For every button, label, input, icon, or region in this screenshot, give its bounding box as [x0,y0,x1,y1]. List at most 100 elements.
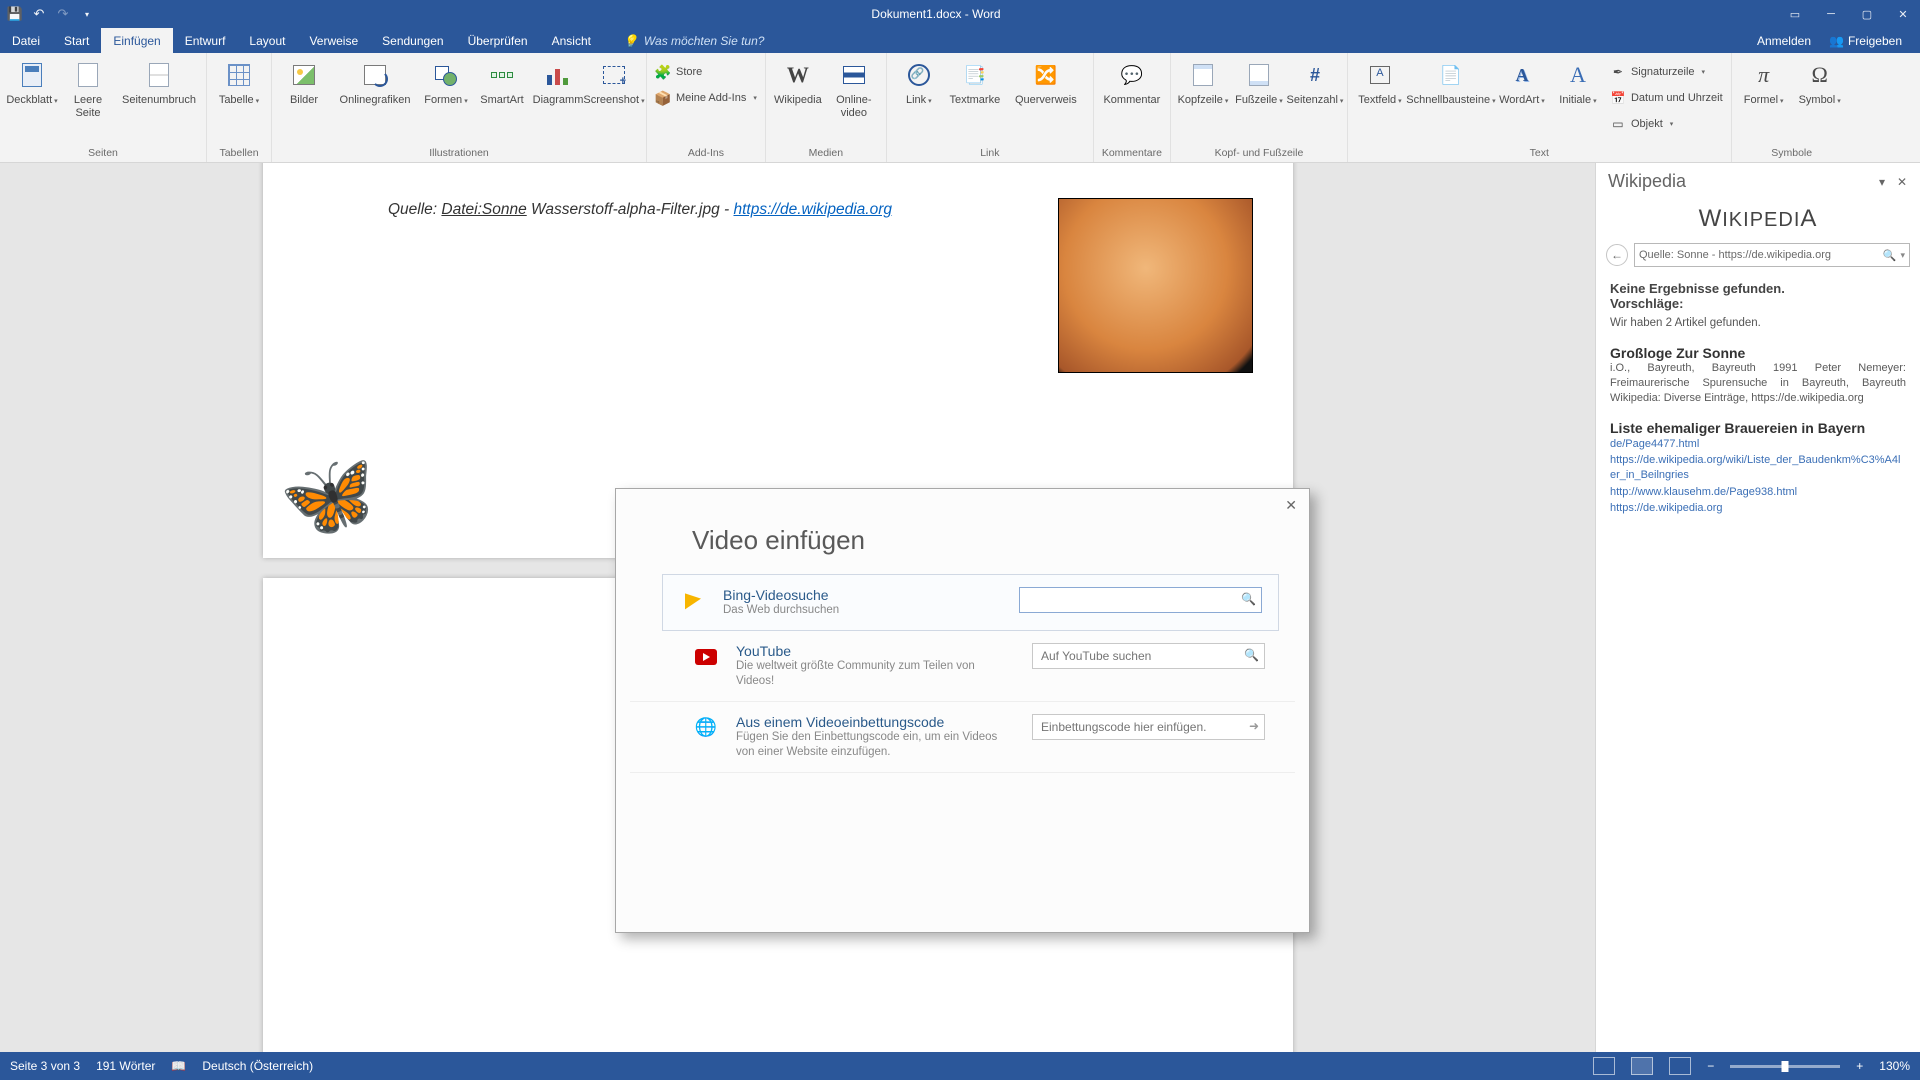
status-words[interactable]: 191 Wörter [96,1059,155,1073]
status-page[interactable]: Seite 3 von 3 [10,1059,80,1073]
zoom-percent[interactable]: 130% [1879,1059,1910,1073]
initiale-button[interactable]: AInitiale▾ [1554,57,1602,107]
status-proofing-icon[interactable]: 📖 [171,1059,186,1073]
store-button[interactable]: Store [655,61,757,83]
status-language[interactable]: Deutsch (Österreich) [202,1059,313,1073]
wikipedia-pane: Wikipedia ▾ ✕ WIKIPEDIA ← Quelle: Sonne … [1595,163,1920,1052]
formel-button[interactable]: πFormel▾ [1740,57,1788,107]
pane-search-value: Quelle: Sonne - https://de.wikipedia.org [1639,249,1879,261]
kommentar-button[interactable]: Kommentar [1108,57,1156,107]
embed-title: Aus einem Videoeinbettungscode [736,714,1016,730]
maximize-icon[interactable]: ▢ [1850,0,1884,28]
textfeld-button[interactable]: Textfeld▾ [1356,57,1404,107]
datum-uhrzeit-button[interactable]: Datum und Uhrzeit [1610,87,1723,109]
screenshot-button[interactable]: Screenshot▾ [590,57,638,107]
youtube-search-input[interactable] [1032,643,1265,669]
tab-einfuegen[interactable]: Einfügen [101,28,172,53]
querverweis-button[interactable]: Querverweis [1007,57,1085,107]
group-label-seiten: Seiten [8,145,198,162]
tab-ansicht[interactable]: Ansicht [540,28,603,53]
seitenumbruch-button[interactable]: Seitenumbruch [120,57,198,107]
tab-sendungen[interactable]: Sendungen [370,28,455,53]
pane-search-input[interactable]: Quelle: Sonne - https://de.wikipedia.org… [1634,243,1910,267]
zoom-out-icon[interactable]: − [1707,1059,1714,1073]
tab-entwurf[interactable]: Entwurf [173,28,238,53]
video-source-bing[interactable]: Bing-Videosuche Das Web durchsuchen 🔍 [662,574,1279,631]
wikipedia-button[interactable]: WWikipedia [774,57,822,107]
formen-button[interactable]: Formen▾ [422,57,470,107]
meine-addins-button[interactable]: Meine Add-Ins▾ [655,87,757,109]
video-source-embed[interactable]: Aus einem Videoeinbettungscode Fügen Sie… [630,702,1295,773]
fusszeile-button[interactable]: Fußzeile▾ [1235,57,1283,107]
title-bar: 💾 ↶ ↷ ▾ Dokument1.docx - Word ▭ ─ ▢ ✕ [0,0,1920,28]
link-button[interactable]: Link▾ [895,57,943,107]
tell-me-search[interactable]: 💡 Was möchten Sie tun? [603,28,764,53]
smartart-button[interactable]: SmartArt [478,57,526,107]
objekt-button[interactable]: Objekt▾ [1610,113,1723,135]
embed-code-input[interactable] [1032,714,1265,740]
zoom-in-icon[interactable]: + [1856,1059,1863,1073]
pane-close-icon[interactable]: ✕ [1892,172,1912,192]
bilder-button[interactable]: Bilder [280,57,328,107]
lightbulb-icon: 💡 [623,34,638,48]
tab-start[interactable]: Start [52,28,101,53]
textmarke-button[interactable]: Textmarke [951,57,999,107]
result-2-title[interactable]: Liste ehemaliger Brauereien in Bayern [1610,420,1906,436]
wordart-button[interactable]: AWordArt▾ [1498,57,1546,107]
tab-verweise[interactable]: Verweise [297,28,370,53]
bing-search-input[interactable] [1019,587,1262,613]
dialog-close-icon[interactable]: ✕ [1285,497,1297,514]
chevron-down-icon[interactable]: ▾ [1900,250,1905,261]
leere-seite-button[interactable]: Leere Seite [64,57,112,119]
result-1-title[interactable]: Großloge Zur Sonne [1610,345,1906,361]
save-icon[interactable]: 💾 [8,7,22,21]
youtube-title: YouTube [736,643,1016,659]
search-icon[interactable]: 🔍 [1244,648,1259,662]
tab-layout[interactable]: Layout [237,28,297,53]
tab-ueberpruefen[interactable]: Überprüfen [456,28,540,53]
undo-icon[interactable]: ↶ [32,7,46,21]
search-icon[interactable]: 🔍 [1879,249,1901,262]
view-read-mode-icon[interactable] [1593,1057,1615,1075]
kopfzeile-button[interactable]: Kopfzeile▾ [1179,57,1227,107]
view-web-layout-icon[interactable] [1669,1057,1691,1075]
symbol-button[interactable]: ΩSymbol▾ [1796,57,1844,107]
pane-back-button[interactable]: ← [1606,244,1628,266]
tabelle-button[interactable]: Tabelle▾ [215,57,263,107]
onlinegrafiken-button[interactable]: Onlinegrafiken [336,57,414,107]
search-icon[interactable]: 🔍 [1241,592,1256,606]
result-2-link-1[interactable]: https://de.wikipedia.org/wiki/Liste_der_… [1610,453,1906,484]
pane-options-icon[interactable]: ▾ [1872,172,1892,192]
group-illustrationen: Bilder Onlinegrafiken Formen▾ SmartArt D… [272,53,647,162]
ribbon-tabs: Datei Start Einfügen Entwurf Layout Verw… [0,28,1920,53]
sign-in-link[interactable]: Anmelden [1757,34,1811,48]
tab-datei[interactable]: Datei [0,28,52,53]
insert-arrow-icon[interactable]: ➜ [1249,719,1259,733]
online-video-button[interactable]: Online-video [830,57,878,119]
dialog-title: Video einfügen [616,489,1309,574]
pane-title: Wikipedia [1608,171,1872,192]
zoom-slider[interactable] [1730,1065,1840,1068]
video-source-youtube[interactable]: YouTube Die weltweit größte Community zu… [630,631,1295,702]
diagramm-button[interactable]: Diagramm [534,57,582,107]
deckblatt-button[interactable]: Deckblatt▾ [8,57,56,107]
ribbon-options-icon[interactable]: ▭ [1778,0,1812,28]
youtube-icon [692,643,720,671]
group-label-symbole: Symbole [1740,145,1844,162]
result-2-link-3[interactable]: https://de.wikipedia.org [1610,501,1906,516]
redo-icon[interactable]: ↷ [56,7,70,21]
bing-desc: Das Web durchsuchen [723,603,1003,618]
share-button[interactable]: 👥Freigeben [1829,34,1902,48]
qat-customize-icon[interactable]: ▾ [80,7,94,21]
schnellbausteine-button[interactable]: Schnellbausteine▾ [1412,57,1490,107]
bing-title: Bing-Videosuche [723,587,1003,603]
close-icon[interactable]: ✕ [1886,0,1920,28]
group-tabellen: Tabelle▾ Tabellen [207,53,272,162]
pane-no-results: Keine Ergebnisse gefunden.Vorschläge: [1610,281,1906,311]
signaturzeile-button[interactable]: Signaturzeile▾ [1610,61,1723,83]
minimize-icon[interactable]: ─ [1814,0,1848,28]
result-2-link-2[interactable]: http://www.klausehm.de/Page938.html [1610,485,1906,500]
result-2-link-0[interactable]: de/Page4477.html [1610,437,1906,452]
seitenzahl-button[interactable]: Seitenzahl▾ [1291,57,1339,107]
view-print-layout-icon[interactable] [1631,1057,1653,1075]
